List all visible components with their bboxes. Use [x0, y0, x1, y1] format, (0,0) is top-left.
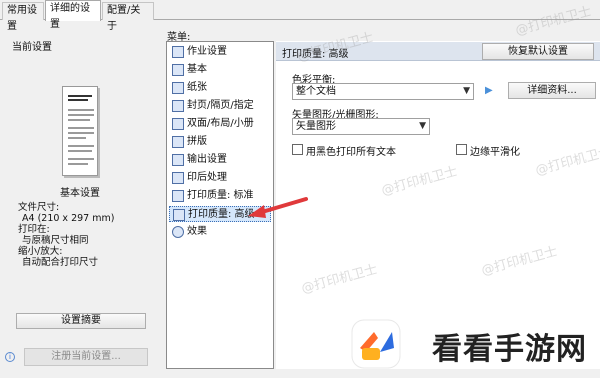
menu-item-label: 纸张: [187, 82, 207, 93]
annotation-arrow-icon: [248, 197, 308, 218]
menu-item-label: 基本: [187, 64, 207, 75]
menu-item-label: 效果: [187, 226, 207, 237]
menu-item-label: 拼版: [187, 136, 207, 147]
basic-settings-label: 基本设置: [60, 188, 100, 199]
print-on-label: 打印在:: [18, 224, 50, 235]
basic-icon: [172, 64, 184, 76]
menu-item-label: 印后处理: [187, 172, 227, 183]
menu-item-label: 封页/隔页/指定: [187, 100, 254, 111]
tab-common-settings[interactable]: 常用设置: [2, 2, 44, 32]
black-text-label: 用黑色打印所有文本: [306, 147, 396, 158]
page-preview: [62, 86, 98, 176]
menu-item-paper[interactable]: 纸张: [169, 80, 271, 96]
menu-item-label: 双面/布局/小册: [187, 118, 254, 129]
brand-watermark-text: 看看手游网: [432, 332, 587, 367]
print-on-value: 与原稿尺寸相同: [22, 235, 89, 246]
imposition-icon: [172, 136, 184, 148]
edge-smoothing-checkbox[interactable]: [456, 144, 467, 155]
vector-raster-select[interactable]: 矢量图形 ▼: [292, 118, 430, 135]
menu-item-label: 输出设置: [187, 154, 227, 165]
settings-summary-button[interactable]: 设置摘要: [16, 313, 146, 329]
color-balance-select[interactable]: 整个文档 ▼: [292, 83, 474, 100]
file-size-label: 文件尺寸:: [18, 202, 60, 213]
brand-logo-icon: [351, 319, 401, 369]
scale-value: 自动配合打印尺寸: [22, 257, 99, 268]
vector-raster-value: 矢量图形: [296, 121, 336, 132]
menu-item-duplex[interactable]: 双面/布局/小册: [169, 116, 271, 132]
tab-config-about[interactable]: 配置/关于: [102, 2, 154, 32]
settings-info: 文件尺寸: A4 (210 x 297 mm) 打印在: 与原稿尺寸相同 缩小/…: [18, 202, 114, 268]
effects-icon: [172, 226, 184, 238]
menu-item-output[interactable]: 输出设置: [169, 152, 271, 168]
paper-icon: [172, 82, 184, 94]
info-icon: i: [5, 352, 15, 362]
menu-item-job-settings[interactable]: 作业设置: [169, 44, 271, 60]
menu-item-finishing[interactable]: 印后处理: [169, 170, 271, 186]
finishing-icon: [172, 172, 184, 184]
menu-item-label: 作业设置: [187, 46, 227, 57]
chevron-down-icon: ▼: [463, 86, 470, 96]
register-current-settings-button[interactable]: 注册当前设置...: [24, 348, 148, 366]
menu-item-effects[interactable]: 效果: [169, 224, 271, 240]
restore-defaults-button[interactable]: 恢复默认设置: [482, 43, 594, 60]
section-title: 打印质量: 高级: [282, 49, 349, 60]
details-button[interactable]: 详细资料...: [508, 82, 596, 99]
quality-advanced-icon: [173, 209, 185, 221]
menu-item-imposition[interactable]: 拼版: [169, 134, 271, 150]
job-settings-icon: [172, 46, 184, 58]
menu-item-cover[interactable]: 封页/隔页/指定: [169, 98, 271, 114]
output-icon: [172, 154, 184, 166]
menu-item-basic[interactable]: 基本: [169, 62, 271, 78]
black-text-checkbox[interactable]: [292, 144, 303, 155]
cover-icon: [172, 100, 184, 112]
chevron-down-icon: ▼: [419, 121, 426, 131]
color-balance-value: 整个文档: [296, 86, 336, 97]
quality-standard-icon: [172, 190, 184, 202]
tab-bar: 常用设置 详细的设置 配置/关于: [0, 0, 600, 32]
left-panel: 当前设置 基本设置 文件尺寸: A4 (210 x 297 mm) 打印在: 与…: [6, 24, 158, 340]
current-settings-label: 当前设置: [12, 42, 52, 53]
tab-detailed-settings[interactable]: 详细的设置: [45, 0, 101, 30]
play-icon: ▶: [485, 85, 493, 96]
duplex-icon: [172, 118, 184, 130]
file-size-value: A4 (210 x 297 mm): [22, 213, 115, 224]
edge-smoothing-label: 边缘平滑化: [470, 147, 520, 158]
section-header: 打印质量: 高级 恢复默认设置: [276, 42, 600, 61]
scale-label: 缩小/放大:: [18, 246, 63, 257]
